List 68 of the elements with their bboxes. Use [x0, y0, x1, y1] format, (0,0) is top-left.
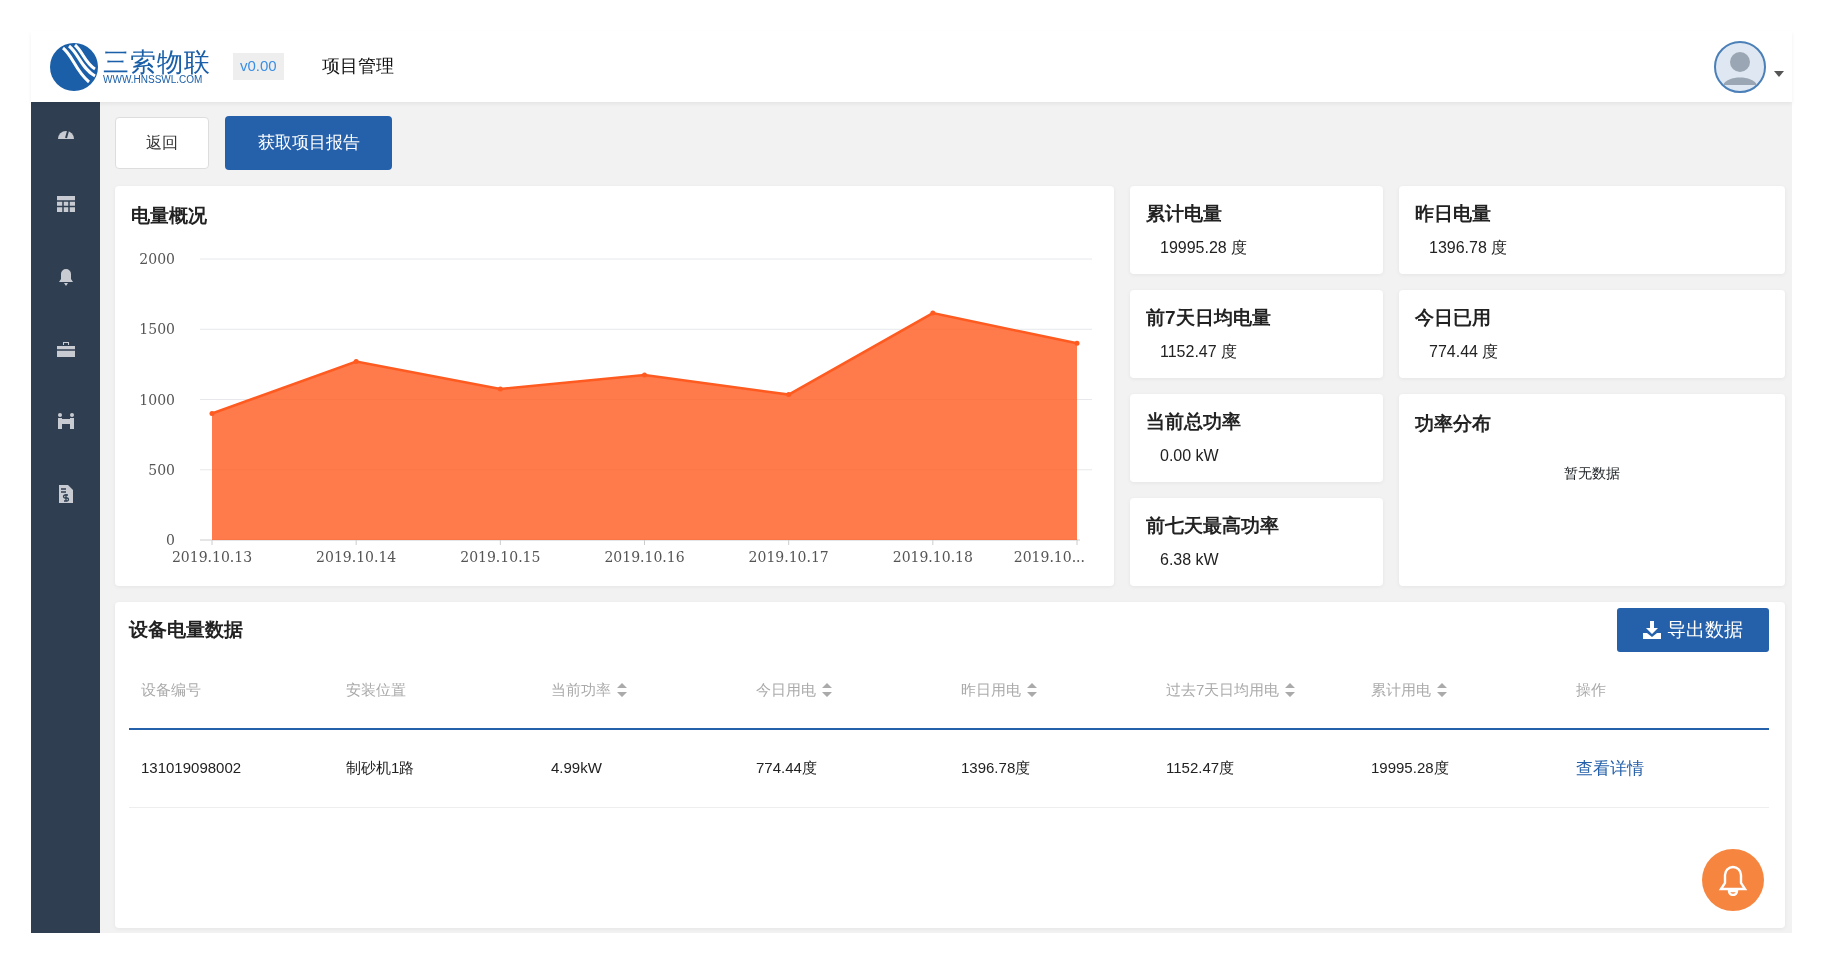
x-tick-label: 2019.10.13 [171, 548, 253, 565]
table-cell-text: 1396.78度 [961, 758, 1031, 779]
x-tick-label: 2019.10.14 [316, 548, 397, 565]
bell-icon[interactable] [57, 268, 74, 286]
stat-value: 6.38 kW [1160, 550, 1219, 571]
table-cell-text: 1152.47度 [1166, 758, 1235, 779]
card-title: 今日已用 [1415, 305, 1491, 330]
stat-value: 0.00 kW [1160, 446, 1219, 467]
export-button[interactable]: 导出数据 [1617, 608, 1769, 652]
column-header: 昨日用电 [961, 679, 1021, 700]
column-header: 累计用电 [1371, 679, 1431, 700]
data-point [1074, 340, 1080, 346]
logo-title: 三索物联 [103, 48, 211, 75]
y-tick-label: 2000 [139, 250, 175, 267]
logo-icon [49, 41, 99, 92]
table-cell-text: 774.44度 [756, 758, 817, 779]
table-cell-text: 131019098002 [141, 758, 242, 779]
column-header: 当前功率 [551, 679, 611, 700]
download-icon [1643, 621, 1661, 639]
back-button[interactable]: 返回 [115, 117, 209, 169]
x-tick-label: 2019.10.16 [604, 548, 685, 565]
grid-icon[interactable] [56, 196, 75, 212]
table-cell-text: 4.99kW [551, 758, 602, 779]
y-tick-label: 500 [148, 461, 175, 478]
stat-value: 19995.28 度 [1160, 238, 1248, 259]
column-header: 今日用电 [756, 679, 816, 700]
x-tick-label: 2019.10... [1013, 548, 1085, 565]
chart-title: 电量概况 [131, 204, 207, 228]
version-label: v0.00 [233, 53, 284, 80]
bell-icon [1718, 864, 1748, 896]
toolbox-icon[interactable] [56, 342, 75, 357]
avatar-icon[interactable] [1714, 40, 1766, 93]
column-header: 过去7天日均用电 [1166, 679, 1280, 700]
card-title: 当前总功率 [1146, 409, 1241, 434]
y-tick-label: 1500 [139, 320, 175, 337]
details-link[interactable]: 查看详情 [1576, 755, 1644, 782]
empty-message: 暂无数据 [1564, 463, 1620, 483]
card-title: 前七天最高功率 [1146, 513, 1279, 538]
table-cell-text: 制砂机1路 [346, 758, 415, 779]
x-tick-label: 2019.10.18 [892, 548, 973, 565]
column-header: 操作 [1576, 679, 1606, 700]
data-point [642, 371, 647, 377]
table-cell-text: 19995.28度 [1371, 758, 1449, 779]
card-title: 昨日电量 [1415, 201, 1491, 226]
card-title: 功率分布 [1415, 412, 1491, 436]
y-tick-label: 1000 [139, 391, 175, 407]
card-title: 前7天日均电量 [1146, 305, 1271, 330]
stat-value: 1152.47 度 [1160, 342, 1238, 363]
x-tick-label: 2019.10.15 [460, 548, 541, 565]
table-title: 设备电量数据 [129, 617, 243, 642]
data-point [353, 358, 359, 364]
data-point [497, 385, 503, 391]
data-point [930, 310, 936, 316]
page-title: 项目管理 [321, 55, 394, 78]
caret-icon[interactable] [1774, 70, 1784, 77]
y-tick-label: 0 [166, 531, 175, 548]
logo-url: WWW.HNSSWL.COM [103, 74, 203, 85]
data-point [209, 410, 215, 416]
report-button[interactable]: 获取项目报告 [225, 116, 392, 170]
stat-value: 774.44 度 [1429, 342, 1499, 363]
stat-value: 1396.78 度 [1429, 238, 1508, 259]
data-point [786, 391, 792, 397]
column-header: 设备编号 [141, 679, 201, 700]
x-tick-label: 2019.10.17 [748, 548, 829, 565]
invoice-icon[interactable] [58, 485, 73, 503]
people-carry-icon[interactable] [56, 413, 75, 429]
card-title: 累计电量 [1146, 201, 1222, 226]
column-header: 安装位置 [346, 679, 406, 700]
